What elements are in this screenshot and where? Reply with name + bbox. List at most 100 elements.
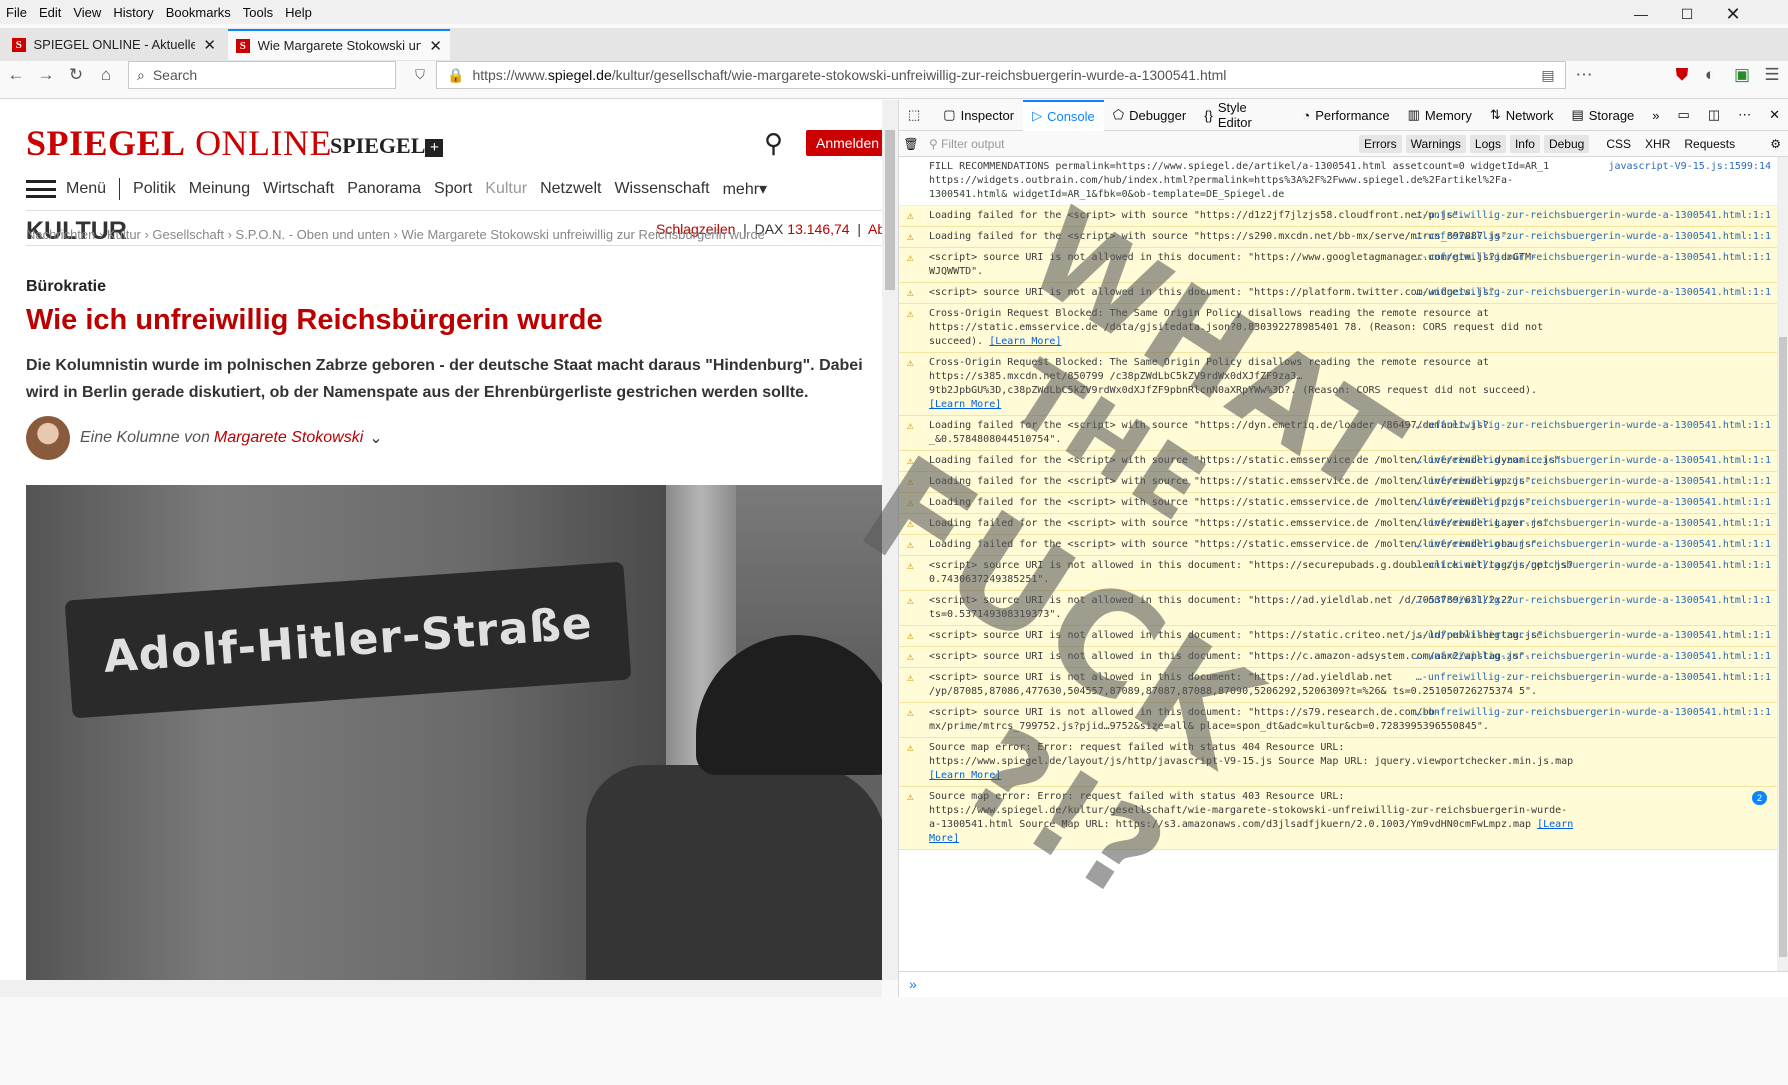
console-warning[interactable]: ⚠ <script> source URI is not allowed in t… — [899, 626, 1777, 647]
console-warning[interactable]: ⚠ Loading failed for the <script> with so… — [899, 416, 1777, 451]
message-source-link[interactable]: …-unfreiwillig-zur-reichsbuergerin-wurde… — [1416, 496, 1771, 510]
message-source-link[interactable]: javascript-V9-15.js:1599:14 — [1608, 160, 1771, 174]
filter-debug[interactable]: Debug — [1543, 134, 1590, 153]
nav-netzwelt[interactable]: Netzwelt — [540, 180, 601, 198]
page-actions-icon[interactable]: ⋯ — [1574, 65, 1594, 85]
console-warning[interactable]: ⚠ Loading failed for the <script> with so… — [899, 535, 1777, 556]
learn-more-link[interactable]: [Learn More] — [989, 336, 1061, 347]
filter-output-input[interactable]: ⚲ Filter output — [929, 137, 1359, 151]
message-source-link[interactable]: …-unfreiwillig-zur-reichsbuergerin-wurde… — [1416, 230, 1771, 244]
menu-burger-icon[interactable] — [26, 180, 56, 198]
console-warning[interactable]: ⚠ Source map error: Error: request failed… — [899, 787, 1777, 850]
search-input[interactable]: ⌕ Search — [128, 61, 396, 89]
hamburger-menu-icon[interactable]: ☰ — [1762, 65, 1782, 85]
maximize-icon[interactable]: ☐ — [1664, 0, 1710, 28]
minimize-icon[interactable]: — — [1618, 0, 1664, 28]
nav-politik[interactable]: Politik — [133, 180, 176, 198]
extension-badge-icon[interactable]: ▣ — [1732, 65, 1752, 85]
message-source-link[interactable]: …-unfreiwillig-zur-reichsbuergerin-wurde… — [1416, 517, 1771, 531]
menu-tools[interactable]: Tools — [237, 5, 279, 20]
console-warning[interactable]: ⚠ <script> source URI is not allowed in t… — [899, 703, 1777, 738]
more-tools-icon[interactable]: » — [1643, 100, 1668, 131]
back-icon[interactable]: ← — [6, 65, 26, 85]
console-warning[interactable]: ⚠ Cross-Origin Request Blocked: The Same … — [899, 353, 1777, 416]
filter-requests[interactable]: Requests — [1679, 135, 1740, 153]
message-source-link[interactable]: …-unfreiwillig-zur-reichsbuergerin-wurde… — [1416, 650, 1771, 664]
message-source-link[interactable]: …-unfreiwillig-zur-reichsbuergerin-wurde… — [1416, 538, 1771, 552]
console-warning[interactable]: ⚠ <script> source URI is not allowed in t… — [899, 591, 1777, 626]
learn-more-link[interactable]: [Learn More] — [929, 399, 1001, 410]
filter-xhr[interactable]: XHR — [1640, 135, 1675, 153]
element-picker-icon[interactable]: ⬚ — [899, 100, 934, 131]
extension-icon[interactable]: ◐ — [1700, 65, 1720, 85]
tab-debugger[interactable]: ⬠ Debugger — [1104, 100, 1195, 131]
spiegel-online-logo[interactable]: SPIEGEL ONLINE — [26, 122, 332, 164]
console-warning[interactable]: ⚠ <script> source URI is not allowed in t… — [899, 647, 1777, 668]
filter-errors[interactable]: Errors — [1359, 134, 1402, 153]
tab-storage[interactable]: ▤ Storage — [1562, 100, 1643, 131]
console-warning[interactable]: ⚠ Loading failed for the <script> with so… — [899, 227, 1777, 248]
split-console-icon[interactable]: ▭ — [1669, 100, 1699, 131]
nav-sport[interactable]: Sport — [434, 180, 472, 198]
page-horizontal-scrollbar[interactable] — [0, 980, 882, 997]
console-warning[interactable]: ⚠ <script> source URI is not allowed in t… — [899, 668, 1777, 703]
close-devtools-icon[interactable]: ✕ — [1760, 100, 1788, 131]
nav-wissenschaft[interactable]: Wissenschaft — [614, 180, 709, 198]
tab-spiegel-home[interactable]: S SPIEGEL ONLINE - Aktuelle Na ✕ — [4, 29, 224, 60]
nav-menu[interactable]: Menü — [66, 180, 106, 198]
message-source-link[interactable]: …-unfreiwillig-zur-reichsbuergerin-wurde… — [1416, 251, 1771, 265]
console-warning[interactable]: ⚠ <script> source URI is not allowed in t… — [899, 283, 1777, 304]
nav-mehr[interactable]: mehr▾ — [723, 179, 767, 199]
tab-memory[interactable]: ▥ Memory — [1399, 100, 1481, 131]
message-source-link[interactable]: …-unfreiwillig-zur-reichsbuergerin-wurde… — [1416, 671, 1771, 685]
filter-warnings[interactable]: Warnings — [1405, 134, 1466, 153]
console-input[interactable]: » — [899, 971, 1788, 997]
abo-link[interactable]: Abo — [868, 221, 882, 237]
filter-css[interactable]: CSS — [1601, 135, 1636, 153]
ublock-icon[interactable]: ⛊ — [1672, 65, 1692, 85]
menu-help[interactable]: Help — [279, 5, 318, 20]
console-warning[interactable]: ⚠ Loading failed for the <script> with so… — [899, 472, 1777, 493]
message-source-link[interactable]: …-unfreiwillig-zur-reichsbuergerin-wurde… — [1416, 209, 1771, 223]
home-icon[interactable]: ⌂ — [96, 65, 116, 85]
page-vertical-scrollbar[interactable] — [882, 100, 898, 980]
console-warning[interactable]: ⚠ Source map error: Error: request failed… — [899, 738, 1777, 787]
menu-edit[interactable]: Edit — [33, 5, 67, 20]
tab-inspector[interactable]: ▢ Inspector — [934, 100, 1023, 131]
dock-icon[interactable]: ◫ — [1699, 100, 1729, 131]
message-source-link[interactable]: …-unfreiwillig-zur-reichsbuergerin-wurde… — [1416, 594, 1771, 608]
dax-value[interactable]: 13.146,74 — [787, 221, 849, 237]
learn-more-link[interactable]: [Learn More] — [929, 770, 1001, 781]
page-search-icon[interactable]: ⚲ — [764, 128, 783, 159]
message-source-link[interactable]: …-unfreiwillig-zur-reichsbuergerin-wurde… — [1416, 629, 1771, 643]
author-avatar[interactable] — [26, 416, 70, 460]
scrollbar-thumb[interactable] — [885, 130, 895, 290]
console-warning[interactable]: ⚠ Cross-Origin Request Blocked: The Same … — [899, 304, 1777, 353]
chevron-down-icon[interactable]: ⌄ — [369, 428, 382, 448]
message-source-link[interactable]: …-unfreiwillig-zur-reichsbuergerin-wurde… — [1416, 286, 1771, 300]
devtools-options-icon[interactable]: ⋯ — [1729, 100, 1760, 131]
nav-panorama[interactable]: Panorama — [347, 180, 421, 198]
anmelden-button[interactable]: Anmelden — [806, 130, 882, 156]
message-source-link[interactable]: …-unfreiwillig-zur-reichsbuergerin-wurde… — [1416, 706, 1771, 720]
nav-meinung[interactable]: Meinung — [189, 180, 250, 198]
menu-history[interactable]: History — [107, 5, 159, 20]
nav-kultur[interactable]: Kultur — [485, 180, 527, 198]
close-window-icon[interactable]: ✕ — [1710, 0, 1756, 28]
console-warning[interactable]: ⚠ Loading failed for the <script> with so… — [899, 206, 1777, 227]
message-source-link[interactable]: …-unfreiwillig-zur-reichsbuergerin-wurde… — [1416, 454, 1771, 468]
console-warning[interactable]: ⚠ Loading failed for the <script> with so… — [899, 493, 1777, 514]
tab-style-editor[interactable]: {} Style Editor — [1195, 100, 1293, 131]
console-log-message[interactable]: FILL RECOMMENDATIONS permalink=https://w… — [899, 157, 1777, 206]
message-source-link[interactable]: …-unfreiwillig-zur-reichsbuergerin-wurde… — [1416, 419, 1771, 433]
reload-icon[interactable]: ↻ — [66, 65, 86, 85]
breadcrumb[interactable]: Nachrichten › Kultur › Gesellschaft › S.… — [26, 227, 765, 242]
shield-icon[interactable]: ⛉ — [410, 65, 430, 85]
forward-icon[interactable]: → — [36, 65, 56, 85]
message-source-link[interactable]: …-unfreiwillig-zur-reichsbuergerin-wurde… — [1416, 475, 1771, 489]
filter-info[interactable]: Info — [1509, 134, 1540, 153]
console-warning[interactable]: ⚠ <script> source URI is not allowed in t… — [899, 556, 1777, 591]
tab-console[interactable]: ▷ Console — [1023, 99, 1104, 131]
close-tab-icon[interactable]: ✕ — [429, 37, 442, 55]
menu-file[interactable]: File — [0, 5, 33, 20]
